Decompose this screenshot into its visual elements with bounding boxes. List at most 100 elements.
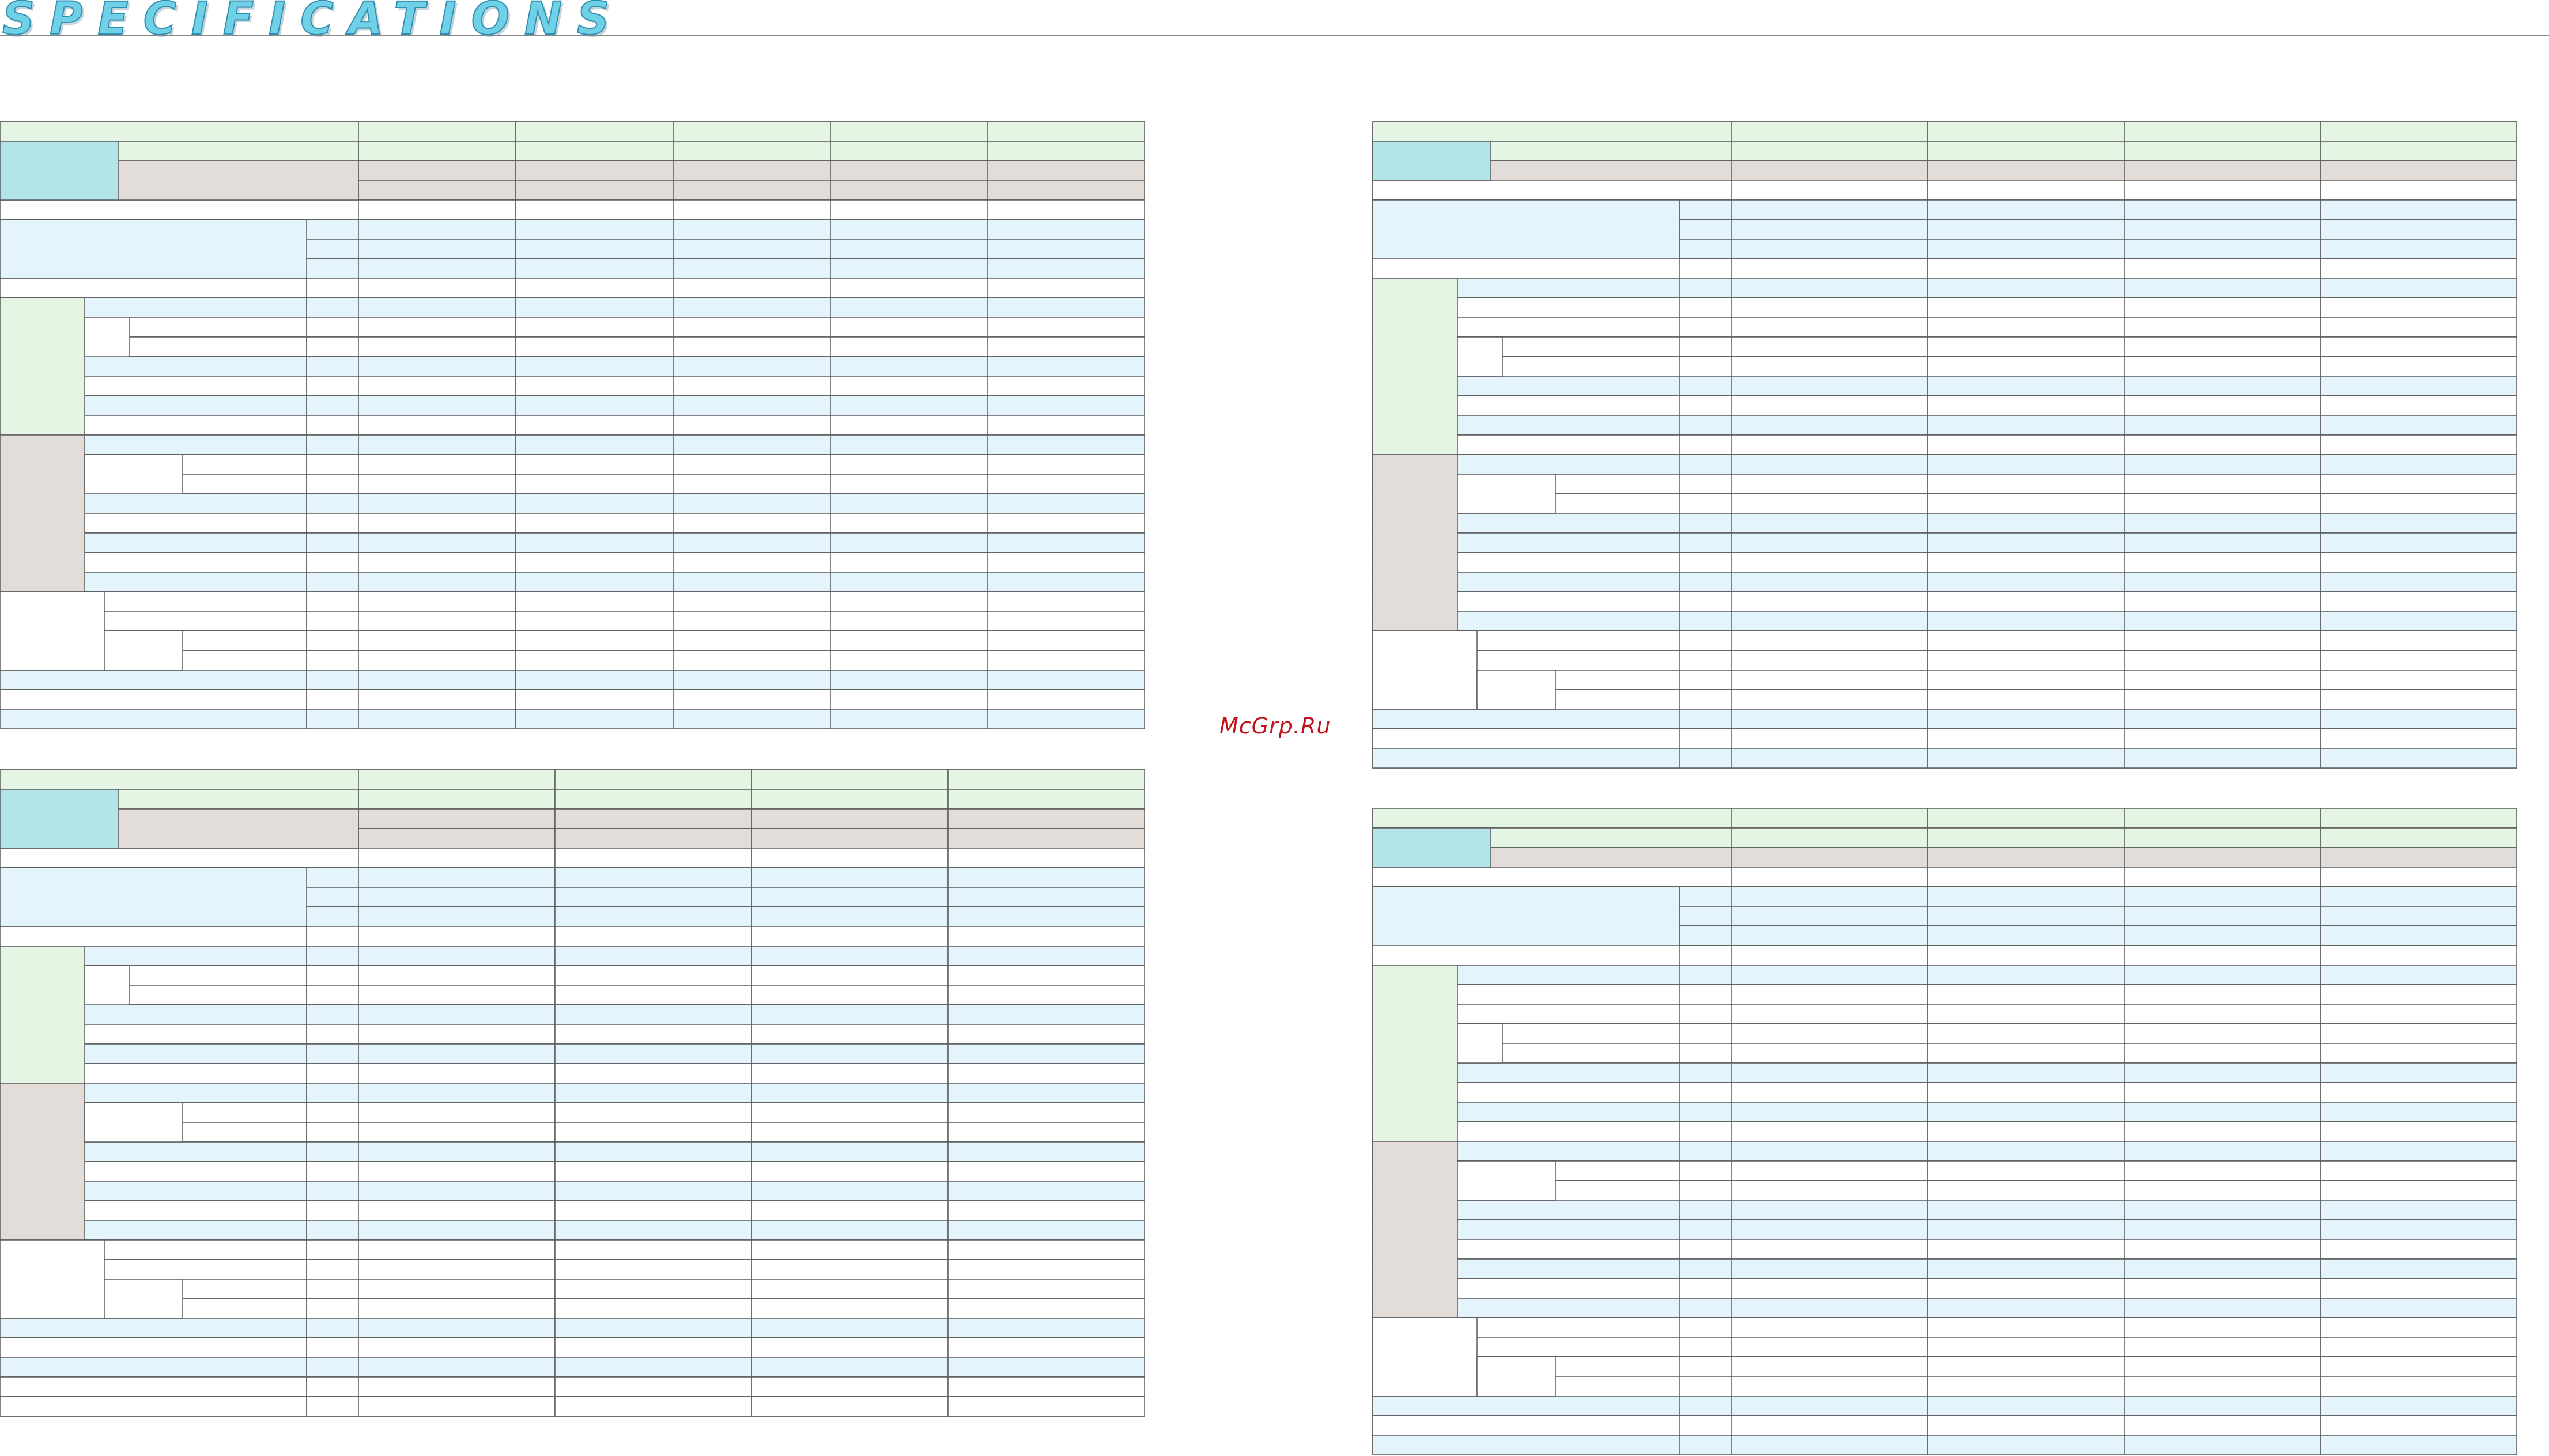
table-cell [1731, 356, 1928, 377]
table-cell [1927, 552, 2125, 573]
table-cell [947, 1024, 1145, 1045]
table-cell [751, 985, 949, 1005]
table-cell [2320, 219, 2517, 240]
table-cell [306, 611, 359, 631]
table-cell [1927, 709, 2125, 729]
table-category-cell [1372, 454, 1458, 631]
table-cell [830, 513, 988, 534]
table-cell [358, 239, 516, 259]
table-cell [2320, 121, 2517, 142]
table-cell [2320, 1102, 2517, 1122]
table-cell [554, 1200, 752, 1221]
table-cell [515, 650, 674, 671]
table-cell [947, 1161, 1145, 1182]
table-cell [673, 709, 831, 729]
table-cell [1731, 906, 1928, 926]
table-cell [673, 297, 831, 318]
table-cell [2124, 611, 2321, 631]
table-cell [306, 297, 359, 318]
table-cell [554, 1024, 752, 1045]
table-cell [554, 1279, 752, 1299]
table-cell [358, 670, 516, 690]
table-cell [1927, 886, 2125, 907]
table-cell [554, 1181, 752, 1201]
table-cell [751, 1043, 949, 1064]
table-cell [947, 946, 1145, 966]
table-cell [987, 199, 1145, 220]
table-cell [1679, 199, 1732, 220]
table-cell [1927, 1082, 2125, 1103]
table-cell [1679, 1062, 1732, 1083]
table-cell [987, 709, 1145, 729]
table-cell [554, 1102, 752, 1123]
table-category-cell [84, 317, 130, 357]
table-cell [1679, 1121, 1732, 1142]
table-cell [987, 141, 1145, 161]
table-cell [2124, 474, 2321, 494]
table-cell [673, 454, 831, 475]
table-cell [358, 1122, 556, 1143]
table-cell [1927, 434, 2125, 455]
table-cell [1927, 689, 2125, 710]
table-cell [358, 572, 516, 592]
table-cell [751, 867, 949, 888]
table-cell [554, 789, 752, 810]
spec-table-bottom-right [1372, 808, 2517, 1455]
table-cell [1679, 1337, 1732, 1357]
table-cell [1731, 1337, 1928, 1357]
table-cell [2124, 219, 2321, 240]
table-cell [515, 317, 674, 338]
table-cell [2320, 1298, 2517, 1318]
table-cell [673, 572, 831, 592]
table-cell [306, 317, 359, 338]
table-cell [830, 650, 988, 671]
table-cell [830, 709, 988, 729]
table-cell [947, 1063, 1145, 1084]
table-category-cell [84, 965, 130, 1005]
table-cell [2320, 160, 2517, 181]
table-cell [1927, 493, 2125, 514]
table-cell [306, 1004, 359, 1025]
table-cell [2320, 356, 2517, 377]
table-cell [1927, 258, 2125, 279]
table-cell [830, 611, 988, 631]
table-cell [358, 867, 556, 888]
table-cell [947, 867, 1145, 888]
table-cell [1731, 395, 1928, 416]
table-cell [2124, 709, 2321, 729]
table-cell [947, 1298, 1145, 1319]
table-cell [1731, 650, 1928, 671]
table-category-cell [118, 160, 359, 201]
table-cell [2320, 630, 2517, 651]
table-category-cell [84, 1102, 183, 1143]
table-cell [1731, 1082, 1928, 1103]
table-cell [1679, 709, 1732, 729]
table-cell [987, 239, 1145, 259]
table-cell [515, 376, 674, 396]
table-cell [673, 219, 831, 240]
table-cell [1679, 1043, 1732, 1064]
table-cell [358, 1181, 556, 1201]
table-cell [515, 278, 674, 298]
table-cell [358, 689, 516, 710]
table-cell [987, 611, 1145, 631]
table-cell [1731, 493, 1928, 514]
table-cell [2124, 827, 2321, 848]
table-cell [673, 434, 831, 455]
table-cell [1731, 984, 1928, 1005]
table-cell [358, 474, 516, 494]
table-cell [1927, 867, 2125, 887]
table-cell [1731, 219, 1928, 240]
table-cell [1927, 1062, 2125, 1083]
table-cell [751, 887, 949, 907]
table-cell [554, 1063, 752, 1084]
table-cell [2124, 336, 2321, 357]
table-category-cell [0, 1239, 105, 1319]
table-cell [751, 1318, 949, 1338]
table-cell [554, 1259, 752, 1280]
table-cell [306, 670, 359, 690]
table-cell [830, 689, 988, 710]
table-cell [0, 848, 359, 868]
table-cell [2320, 532, 2517, 553]
table-cell [2124, 925, 2321, 946]
